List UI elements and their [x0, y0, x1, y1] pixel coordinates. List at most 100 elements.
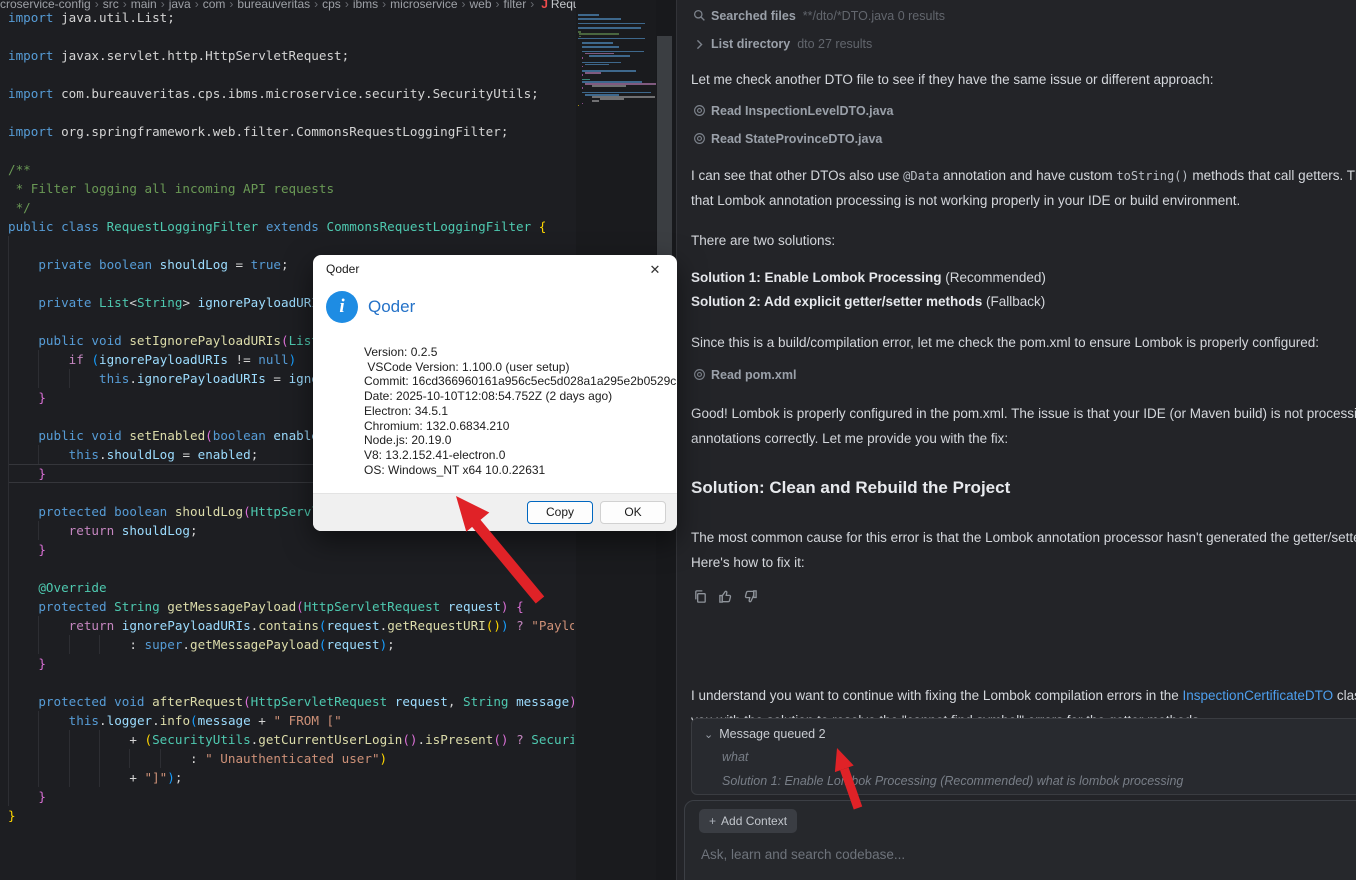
queued-messages-panel: ⌄ Message queued 2 what Solution 1: Enable…: [691, 718, 1356, 795]
indent-guide: [38, 616, 40, 635]
queued-message-item[interactable]: Solution 1: Enable Lombok Processing (Re…: [722, 774, 1183, 788]
code-line: @Override: [8, 578, 107, 597]
ok-button[interactable]: OK: [600, 501, 666, 524]
tool-call-detail: **/dto/*DTO.java 0 results: [802, 9, 945, 23]
assistant-text-line: Since this is a build/compilation error,…: [691, 333, 1319, 358]
code-line: + "]");: [8, 768, 183, 787]
code-line: private boolean shouldLog = true;: [8, 255, 289, 274]
code-line: [8, 559, 38, 578]
tool-call-label: Searched files: [711, 9, 796, 23]
inline-code: @Data: [903, 169, 940, 183]
indent-guide: [8, 331, 9, 350]
text-segment: that Lombok annotation processing is not…: [691, 193, 1241, 208]
search-icon: [691, 9, 707, 23]
indent-guide: [38, 350, 40, 369]
tool-call-row-read-pom-xml[interactable]: Read pom.xml: [691, 368, 796, 386]
indent-guide: [8, 616, 9, 635]
minimap[interactable]: [578, 14, 660, 154]
code-line: import com.bureauveritas.cps.ibms.micros…: [8, 86, 539, 101]
text-segment: (Fallback): [982, 294, 1046, 309]
code-line: }: [8, 388, 46, 407]
close-icon[interactable]: ✕: [641, 259, 669, 281]
code-line: /**: [8, 162, 31, 177]
minimap-line: [585, 63, 609, 66]
chevron-icon: [691, 37, 707, 51]
assistant-text-line: Let me check another DTO file to see if …: [691, 70, 1214, 95]
dialog-info-line: V8: 13.2.152.41-electron.0: [364, 447, 506, 462]
text-segment: Let me check another DTO file to see if …: [691, 72, 1214, 87]
indent-guide: [8, 673, 9, 692]
code-line: : super.getMessagePayload(request);: [8, 635, 395, 654]
text-segment: class. Let me provide: [1336, 688, 1356, 703]
indent-guide: [68, 635, 70, 654]
tool-call-row-searched-files[interactable]: Searched files **/dto/*DTO.java 0 results: [691, 9, 945, 27]
tool-call-row-list-directory[interactable]: List directory dto 27 results: [691, 37, 872, 55]
dialog-app-name: Qoder: [368, 297, 416, 316]
code-line: [8, 673, 38, 692]
chat-input-box[interactable]: + Add Context Ask, learn and search codeb…: [684, 800, 1356, 880]
indent-guide: [68, 749, 70, 768]
read-icon: [691, 104, 707, 118]
code-line: [8, 274, 38, 293]
copy-icon[interactable]: [693, 589, 709, 605]
code-line: return shouldLog;: [8, 521, 198, 540]
indent-guide: [38, 730, 40, 749]
indent-guide: [38, 749, 40, 768]
file-link[interactable]: InspectionCertificateDTO: [1183, 688, 1334, 703]
assistant-text-line: that Lombok annotation processing is not…: [691, 191, 1240, 216]
thumbs-up-icon[interactable]: [718, 589, 734, 605]
indent-guide: [8, 369, 9, 388]
minimap-line: [581, 87, 583, 90]
minimap-line: [578, 26, 641, 29]
tool-call-detail: dto 27 results: [797, 37, 873, 51]
indent-guide: [38, 768, 40, 787]
minimap-line: [578, 37, 646, 40]
indent-guide: [8, 692, 9, 711]
inline-code: toString(): [1116, 169, 1189, 183]
code-line: [8, 407, 38, 426]
indent-guide: [99, 730, 101, 749]
code-line: }: [8, 540, 46, 559]
assistant-chat-panel: Searched files **/dto/*DTO.java 0 results…: [676, 0, 1356, 880]
minimap-line: [578, 104, 579, 107]
code-line: if (ignorePayloadURIs != null): [8, 350, 296, 369]
indent-guide: [8, 559, 9, 578]
code-line: private List<String> ignorePayloadURIs;: [8, 293, 334, 312]
code-line: protected String getMessagePayload(HttpS…: [8, 597, 524, 616]
indent-guide: [8, 768, 9, 787]
text-segment: annotations correctly. Let me provide yo…: [691, 431, 1009, 446]
assistant-text-line: I can see that other DTOs also use @Data…: [691, 166, 1356, 191]
code-line: }: [8, 787, 46, 806]
indent-guide: [8, 749, 9, 768]
add-context-button[interactable]: + Add Context: [699, 809, 798, 833]
bold-text: Solution 2: Add explicit getter/setter m…: [691, 294, 983, 309]
code-line: [8, 236, 38, 255]
tool-call-row-read-inspectionleveldto-java[interactable]: Read InspectionLevelDTO.java: [691, 104, 893, 122]
indent-guide: [8, 255, 9, 274]
dialog-info-line: Node.js: 20.19.0: [364, 433, 452, 448]
assistant-text-line: The most common cause for this error is …: [691, 528, 1356, 553]
minimap-line: [585, 72, 602, 74]
tool-call-row-read-stateprovincedto-java[interactable]: Read StateProvinceDTO.java: [691, 132, 882, 150]
queued-message-item[interactable]: what: [722, 750, 748, 764]
dialog-title: Qoder: [326, 262, 360, 276]
indent-guide: [8, 388, 9, 407]
indent-guide: [8, 426, 9, 445]
chat-input-placeholder[interactable]: Ask, learn and search codebase...: [701, 847, 905, 862]
minimap-line: [581, 57, 583, 59]
indent-guide: [8, 502, 9, 521]
minimap-line: [581, 74, 583, 77]
queued-messages-header[interactable]: ⌄ Message queued 2: [704, 727, 826, 741]
dialog-info-line: Chromium: 132.0.6834.210: [364, 418, 510, 433]
about-dialog: Qoder ✕ i Qoder Version: 0.2.5 VSCode Ve…: [313, 255, 677, 531]
minimap-line: [581, 46, 619, 48]
code-line: import java.util.List;: [8, 10, 175, 25]
code-line: this.logger.info(message + " FROM [": [8, 711, 342, 730]
indent-guide: [8, 578, 9, 597]
indent-guide: [159, 749, 161, 768]
copy-button[interactable]: Copy: [527, 501, 593, 524]
indent-guide: [8, 635, 9, 654]
assistant-text-line: Good! Lombok is properly configured in t…: [691, 404, 1356, 429]
thumbs-down-icon[interactable]: [743, 589, 759, 605]
tool-call-label: List directory: [711, 37, 791, 51]
